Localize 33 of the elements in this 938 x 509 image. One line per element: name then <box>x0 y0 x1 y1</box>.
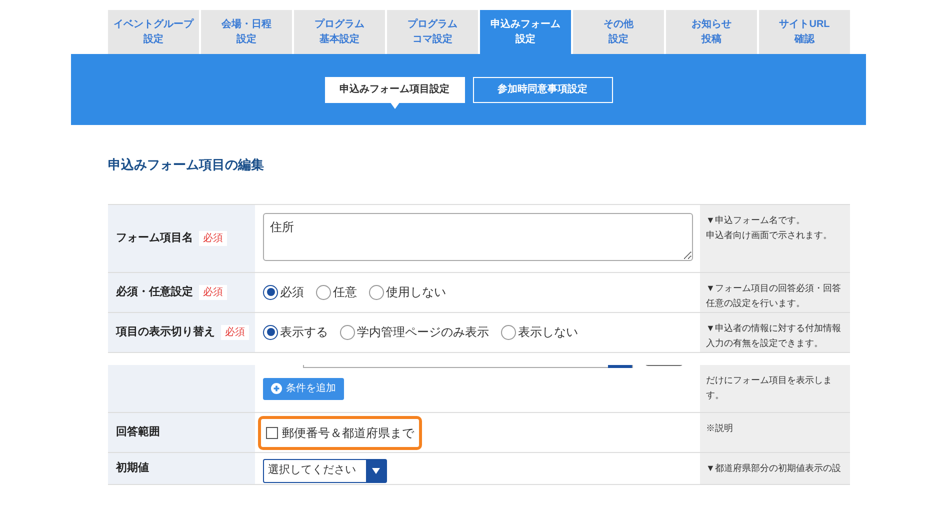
radio-option[interactable]: 学内管理ページのみ表示 <box>340 323 489 341</box>
field-label: 回答範囲 <box>116 424 160 440</box>
field-label: フォーム項目名 <box>116 230 193 246</box>
help-text: だけにフォーム項目を表示しま <box>706 374 833 386</box>
help-text: ※説明 <box>706 422 734 434</box>
required-badge: 必須 <box>199 284 227 300</box>
checkbox-option[interactable]: 郵便番号＆都道府県まで <box>266 424 414 442</box>
select-field[interactable]: 選択してください <box>263 458 387 482</box>
radio-option[interactable]: 表示しない <box>501 323 578 341</box>
radio-option[interactable]: 任意 <box>316 283 357 301</box>
help-text: ▼申込フォーム名です。 <box>706 214 806 226</box>
help-text: す。 <box>706 388 725 402</box>
help-text: ▼フォーム項目の回答必須・回答 <box>706 282 842 294</box>
subnav-tab[interactable]: 申込みフォーム項目設定 <box>324 76 464 102</box>
required-badge: 必須 <box>199 230 227 246</box>
plus-icon <box>271 383 282 394</box>
radio-option[interactable]: 必須 <box>263 283 304 301</box>
required-badge: 必須 <box>221 324 249 340</box>
radio-option[interactable]: 表示する <box>263 323 328 341</box>
pointer-icon <box>390 102 400 109</box>
help-text: 入力の有無を設定できます。 <box>706 336 824 350</box>
nav-tab[interactable]: 申込みフォーム 設定 <box>480 10 571 54</box>
section-heading: 申込みフォーム項目の編集 <box>108 156 265 174</box>
help-text: 任意の設定を行います。 <box>706 296 806 310</box>
radio-option[interactable]: 使用しない <box>369 283 446 301</box>
field-label: 初期値 <box>116 460 149 476</box>
field-label: 必須・任意設定 <box>116 284 193 300</box>
text-area[interactable]: 住所 <box>263 212 693 260</box>
help-text: 申込者向け画面で示されます。 <box>706 228 833 242</box>
help-text: ▼都道府県部分の初期値表示の設 <box>706 462 842 474</box>
help-text: ▼申込者の情報に対する付加情報 <box>706 322 842 334</box>
field-label: 項目の表示切り替え <box>116 324 215 340</box>
subnav-tab[interactable]: 参加時同意事項設定 <box>472 76 612 102</box>
